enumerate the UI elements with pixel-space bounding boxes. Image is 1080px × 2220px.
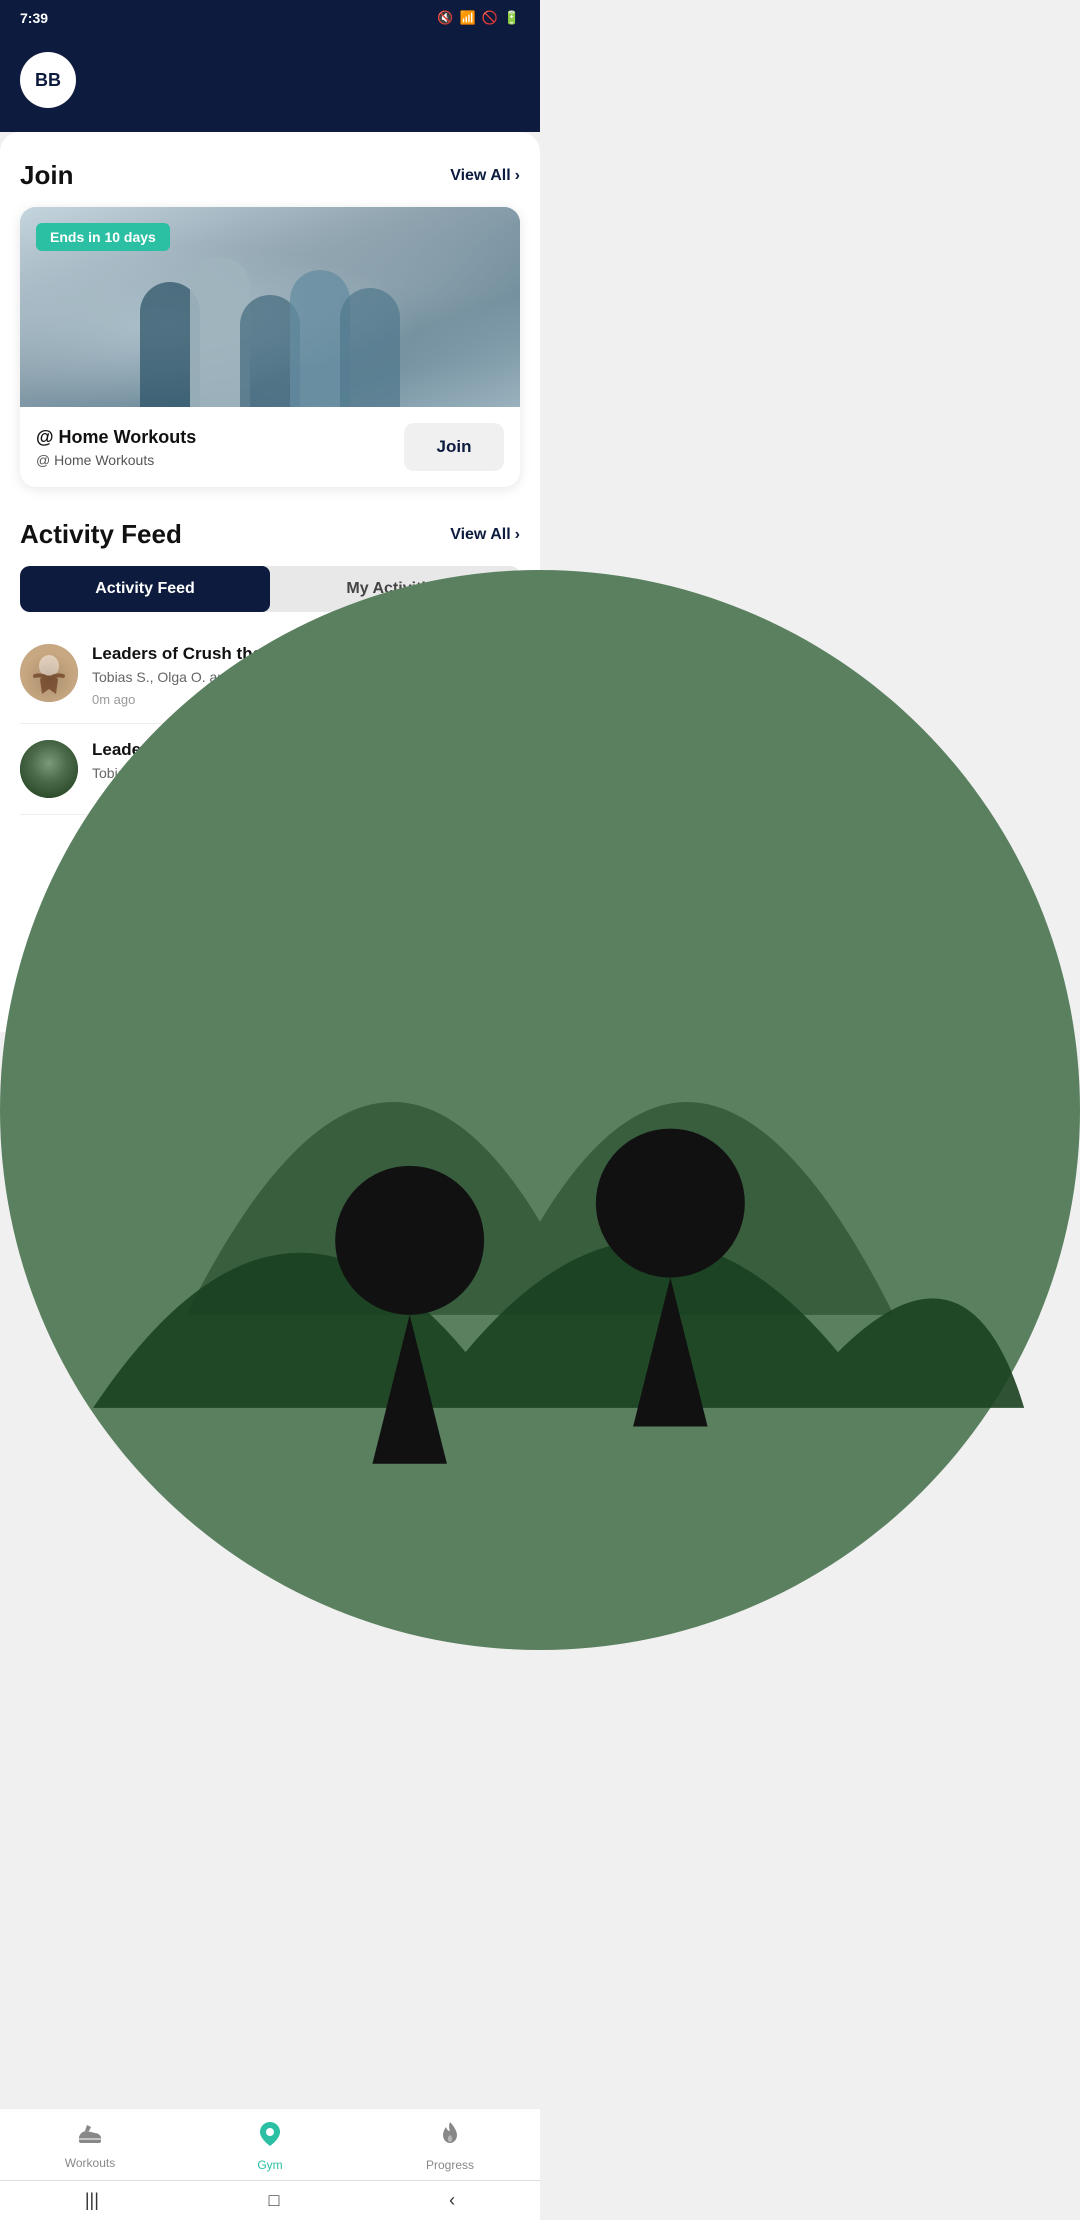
nav-gym[interactable]: Gym <box>230 2121 310 2172</box>
main-content: Join View All › Ends in 10 days <box>0 132 540 1032</box>
android-back-button[interactable]: ‹ <box>449 2190 455 2211</box>
nav-gym-label: Gym <box>257 2158 282 2172</box>
flame-icon <box>439 2121 461 2154</box>
nav-progress-label: Progress <box>426 2158 474 2172</box>
nav-progress[interactable]: Progress <box>410 2121 490 2172</box>
avatar-img-outdoor <box>20 740 78 798</box>
activity-avatar-2 <box>20 740 78 798</box>
android-nav: ||| □ ‹ <box>0 2180 540 2220</box>
nav-workouts-label: Workouts <box>65 2156 115 2170</box>
shoe-icon <box>77 2123 103 2152</box>
android-home-button[interactable]: □ <box>269 2190 280 2211</box>
location-icon <box>259 2121 281 2154</box>
bottom-nav: Workouts Gym Progress <box>0 2108 540 2180</box>
activity-item-2: Leaders of Crush the Calories! Tobias S.… <box>20 724 520 815</box>
nav-workouts[interactable]: Workouts <box>50 2123 130 2170</box>
activity-feed-section: Activity Feed View All › Activity Feed M… <box>20 519 520 815</box>
android-menu-button[interactable]: ||| <box>85 2190 99 2211</box>
